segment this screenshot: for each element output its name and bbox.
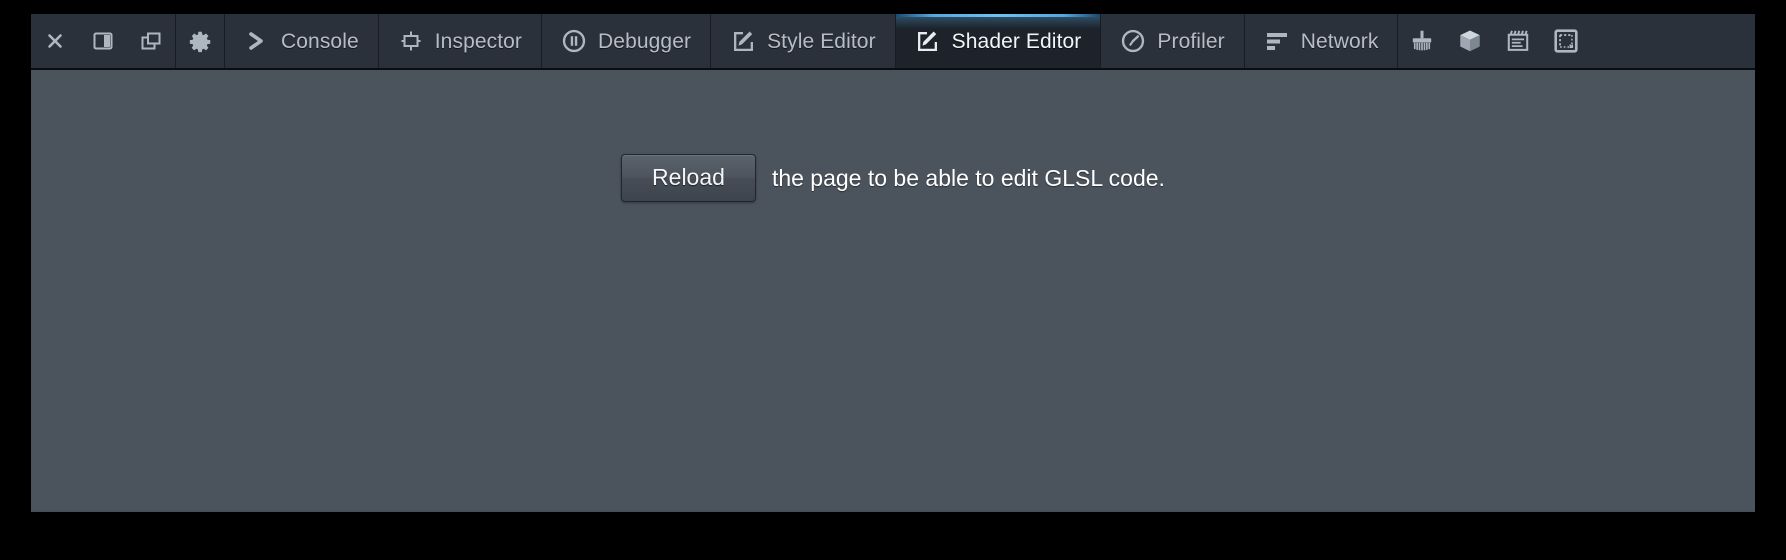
pencil-box-icon bbox=[730, 28, 756, 54]
tab-shader-editor[interactable]: Shader Editor bbox=[895, 14, 1101, 68]
responsive-design-button[interactable] bbox=[1542, 14, 1590, 68]
devtools-tab-strip: Console Inspector Debugger Style Editor … bbox=[225, 14, 1397, 68]
network-bars-icon bbox=[1264, 28, 1290, 54]
responsive-design-icon bbox=[1553, 28, 1579, 54]
paintbrush-icon bbox=[1409, 28, 1435, 54]
tab-debugger[interactable]: Debugger bbox=[542, 14, 710, 68]
shader-editor-panel: Reload the page to be able to edit GLSL … bbox=[31, 70, 1755, 510]
chevron-right-icon bbox=[244, 28, 270, 54]
tab-label: Shader Editor bbox=[951, 29, 1082, 53]
tab-label: Style Editor bbox=[767, 29, 876, 53]
clapperboard-icon bbox=[1505, 28, 1531, 54]
pause-circle-icon bbox=[561, 28, 587, 54]
tab-network[interactable]: Network bbox=[1245, 14, 1398, 68]
reload-notice: Reload the page to be able to edit GLSL … bbox=[31, 154, 1755, 203]
tab-profiler[interactable]: Profiler bbox=[1101, 14, 1243, 68]
animation-button[interactable] bbox=[1494, 14, 1542, 68]
pencil-box-icon bbox=[915, 28, 941, 54]
reload-notice-text: the page to be able to edit GLSL code. bbox=[771, 164, 1165, 191]
separate-window-button[interactable] bbox=[127, 14, 175, 68]
inspector-box-icon bbox=[398, 28, 424, 54]
tab-label: Inspector bbox=[434, 29, 523, 53]
paint-tool-button[interactable] bbox=[1398, 14, 1446, 68]
settings-button[interactable] bbox=[176, 14, 224, 68]
gear-icon bbox=[187, 28, 213, 54]
close-icon bbox=[44, 30, 66, 52]
dock-to-side-button[interactable] bbox=[79, 14, 127, 68]
tab-label: Network bbox=[1300, 29, 1379, 53]
tab-style-editor[interactable]: Style Editor bbox=[711, 14, 895, 68]
dock-side-icon bbox=[91, 29, 115, 53]
tab-label: Profiler bbox=[1157, 29, 1225, 53]
devtools-window: Console Inspector Debugger Style Editor … bbox=[0, 0, 1786, 560]
reload-button[interactable]: Reload bbox=[621, 154, 756, 203]
stopwatch-icon bbox=[1120, 28, 1146, 54]
separate-window-icon bbox=[139, 29, 163, 53]
devtools-frame: Console Inspector Debugger Style Editor … bbox=[31, 14, 1755, 512]
devtools-toolbar: Console Inspector Debugger Style Editor … bbox=[31, 14, 1755, 70]
toolbar-utility-controls bbox=[1398, 14, 1590, 68]
toolbar-window-controls bbox=[31, 14, 175, 68]
tab-inspector[interactable]: Inspector bbox=[379, 14, 541, 68]
tab-label: Debugger bbox=[598, 29, 692, 53]
close-devtools-button[interactable] bbox=[31, 14, 79, 68]
scratchpad-3d-button[interactable] bbox=[1446, 14, 1494, 68]
tab-label: Console bbox=[281, 29, 359, 53]
cube-icon bbox=[1457, 28, 1483, 54]
tab-console[interactable]: Console bbox=[225, 14, 378, 68]
toolbar-settings-group bbox=[176, 14, 224, 68]
